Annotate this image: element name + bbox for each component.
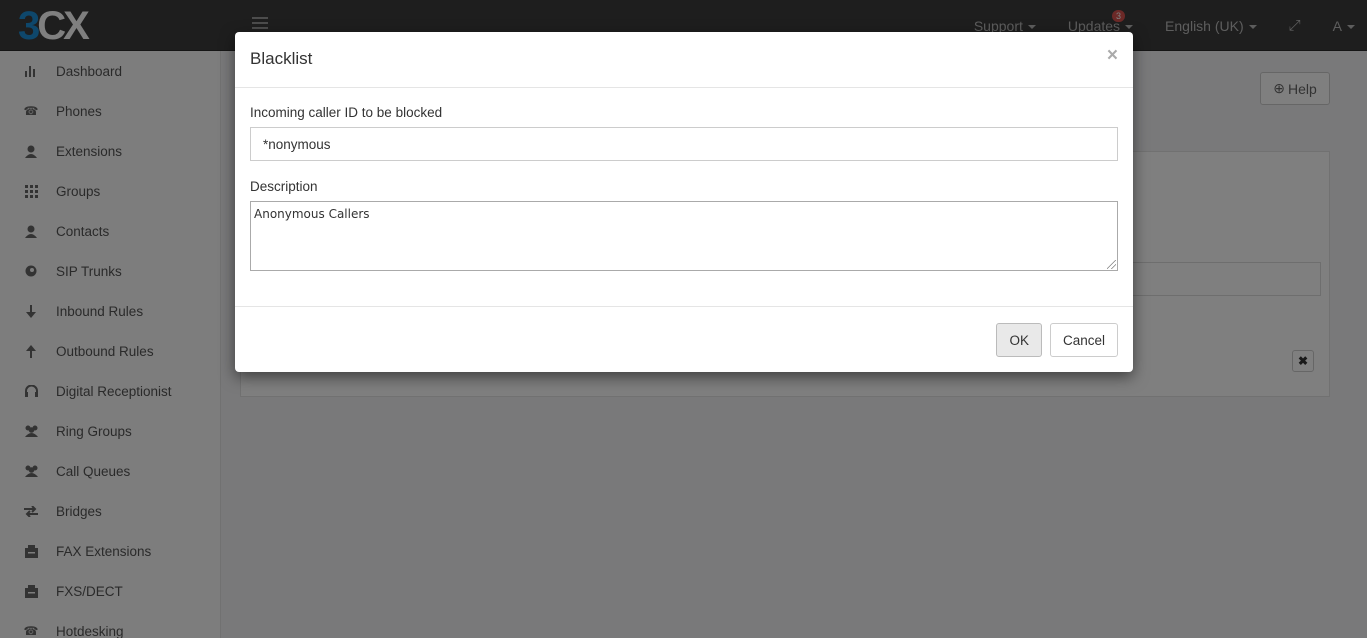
blacklist-dialog: Blacklist × Incoming caller ID to be blo… — [235, 32, 1133, 372]
description-textarea[interactable]: Anonymous Callers — [250, 201, 1118, 271]
caller-id-input[interactable]: *nonymous — [250, 127, 1118, 161]
caller-id-group: Incoming caller ID to be blocked *nonymo… — [250, 105, 1118, 161]
caller-id-label: Incoming caller ID to be blocked — [250, 105, 443, 120]
cancel-button[interactable]: Cancel — [1049, 323, 1118, 357]
close-button[interactable]: × — [1107, 46, 1118, 66]
description-text: Anonymous Callers — [254, 207, 370, 221]
ok-button[interactable]: OK — [996, 323, 1042, 357]
description-label: Description — [250, 179, 318, 194]
modal-body: Incoming caller ID to be blocked *nonymo… — [235, 88, 1133, 307]
resize-handle-icon[interactable] — [1107, 260, 1116, 269]
modal-header: Blacklist × — [235, 32, 1133, 88]
modal-title: Blacklist — [250, 49, 313, 68]
description-group: Description Anonymous Callers — [250, 179, 1118, 271]
modal-footer: OK Cancel — [235, 308, 1133, 372]
